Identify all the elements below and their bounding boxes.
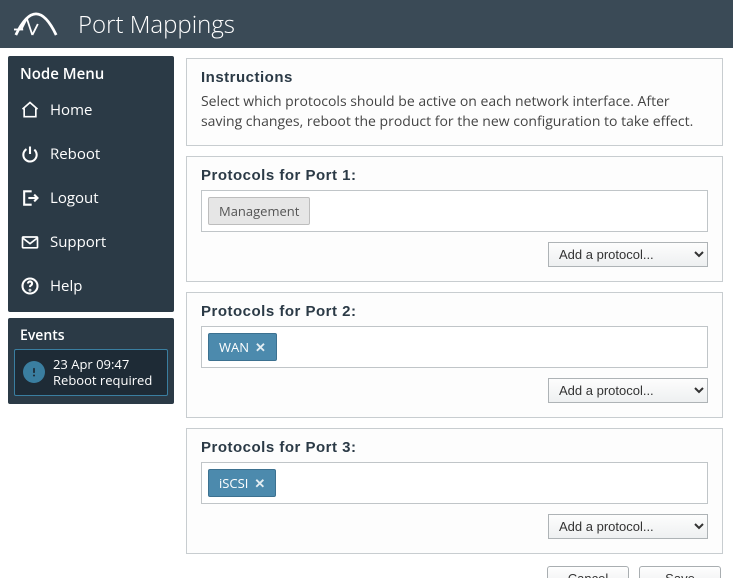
tag-label: WAN	[219, 338, 249, 356]
logout-icon	[20, 188, 40, 208]
sidebar-item-help[interactable]: Help	[8, 264, 174, 308]
node-menu: Node Menu Home Reboot Logout	[8, 56, 174, 312]
port3-tag-well[interactable]: iSCSI ✕	[201, 462, 708, 504]
sidebar-item-label: Reboot	[50, 144, 100, 164]
home-icon	[20, 100, 40, 120]
port2-add-protocol-select[interactable]: Add a protocol...	[548, 378, 708, 403]
sidebar-item-home[interactable]: Home	[8, 88, 174, 132]
sidebar-item-label: Support	[50, 232, 106, 252]
alert-icon	[23, 361, 45, 383]
tag-label: Management	[219, 202, 299, 220]
node-menu-title: Node Menu	[8, 56, 174, 88]
sidebar-item-label: Logout	[50, 188, 99, 208]
sidebar-item-reboot[interactable]: Reboot	[8, 132, 174, 176]
port2-panel: Protocols for Port 2: WAN ✕ Add a protoc…	[186, 292, 723, 418]
port3-add-protocol-select[interactable]: Add a protocol...	[548, 514, 708, 539]
app-logo-icon	[12, 6, 60, 42]
instructions-panel: Instructions Select which protocols shou…	[186, 58, 723, 146]
cancel-button[interactable]: Cancel	[547, 566, 629, 578]
help-icon	[20, 276, 40, 296]
port2-tag-wan[interactable]: WAN ✕	[208, 333, 277, 361]
port2-title: Protocols for Port 2:	[201, 303, 708, 320]
sidebar-item-label: Help	[50, 276, 82, 296]
events-panel: Events 23 Apr 09:47 Reboot required	[8, 318, 174, 404]
tag-label: iSCSI	[219, 474, 248, 492]
save-button[interactable]: Save	[639, 566, 721, 578]
remove-tag-icon[interactable]: ✕	[254, 474, 265, 492]
port1-add-protocol-select[interactable]: Add a protocol...	[548, 242, 708, 267]
port2-tag-well[interactable]: WAN ✕	[201, 326, 708, 368]
event-text: 23 Apr 09:47 Reboot required	[53, 356, 152, 389]
app-header: Port Mappings	[0, 0, 733, 48]
port1-tag-well[interactable]: Management	[201, 190, 708, 232]
event-item[interactable]: 23 Apr 09:47 Reboot required	[14, 349, 168, 396]
port3-panel: Protocols for Port 3: iSCSI ✕ Add a prot…	[186, 428, 723, 554]
power-icon	[20, 144, 40, 164]
sidebar-item-support[interactable]: Support	[8, 220, 174, 264]
event-time: 23 Apr 09:47	[53, 356, 152, 372]
port3-title: Protocols for Port 3:	[201, 439, 708, 456]
page-title: Port Mappings	[78, 8, 235, 41]
instructions-title: Instructions	[201, 69, 708, 86]
sidebar-item-label: Home	[50, 100, 92, 120]
sidebar-item-logout[interactable]: Logout	[8, 176, 174, 220]
port3-tag-iscsi[interactable]: iSCSI ✕	[208, 469, 276, 497]
remove-tag-icon[interactable]: ✕	[255, 338, 266, 356]
sidebar: Node Menu Home Reboot Logout	[0, 48, 182, 578]
footer-buttons: Cancel Save	[186, 564, 723, 578]
main-content: Instructions Select which protocols shou…	[182, 48, 733, 578]
port1-panel: Protocols for Port 1: Management Add a p…	[186, 156, 723, 282]
port1-title: Protocols for Port 1:	[201, 167, 708, 184]
events-title: Events	[14, 324, 168, 349]
event-message: Reboot required	[53, 372, 152, 388]
envelope-icon	[20, 232, 40, 252]
instructions-body: Select which protocols should be active …	[201, 92, 708, 131]
port1-tag-management: Management	[208, 197, 310, 225]
